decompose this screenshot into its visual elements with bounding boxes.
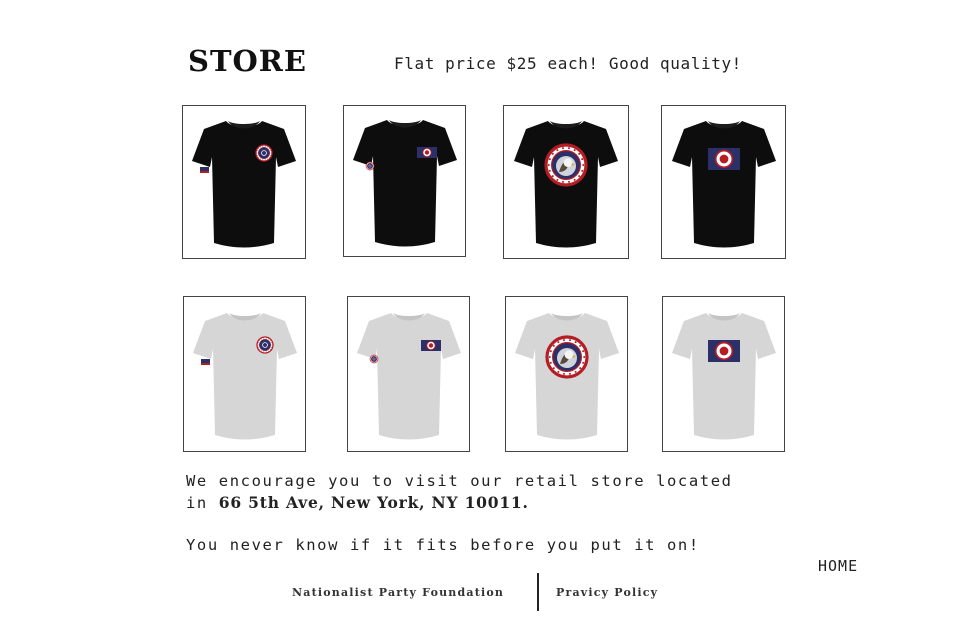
privacy-policy-link[interactable]: Pravicy Policy <box>556 586 658 599</box>
store-address-line: in 66 5th Ave, New York, NY 10011. <box>186 493 529 512</box>
foundation-link[interactable]: Nationalist Party Foundation <box>292 586 504 599</box>
address-prefix: in <box>186 494 219 512</box>
tshirt-icon <box>192 307 297 441</box>
tshirt-icon <box>514 307 619 441</box>
tshirt-icon <box>671 115 776 249</box>
product-card[interactable] <box>505 296 628 452</box>
product-card[interactable] <box>183 296 306 452</box>
product-card[interactable] <box>662 296 785 452</box>
tshirt-icon <box>356 307 461 441</box>
home-link[interactable]: HOME <box>818 557 858 575</box>
product-card[interactable] <box>182 105 306 259</box>
page-title: STORE <box>188 44 307 78</box>
price-tagline: Flat price $25 each! Good quality! <box>394 54 742 73</box>
tshirt-icon <box>514 115 618 249</box>
product-card[interactable] <box>503 105 629 259</box>
tshirt-icon <box>192 115 296 249</box>
store-address: 66 5th Ave, New York, NY 10011. <box>218 493 529 512</box>
product-card[interactable] <box>661 105 786 259</box>
tshirt-icon <box>671 307 776 441</box>
product-card[interactable] <box>347 296 470 452</box>
footer-divider <box>537 573 539 611</box>
product-card[interactable] <box>343 105 466 257</box>
fit-note-text: You never know if it fits before you put… <box>186 536 700 554</box>
store-visit-text: We encourage you to visit our retail sto… <box>186 472 733 490</box>
tshirt-icon <box>352 114 457 248</box>
